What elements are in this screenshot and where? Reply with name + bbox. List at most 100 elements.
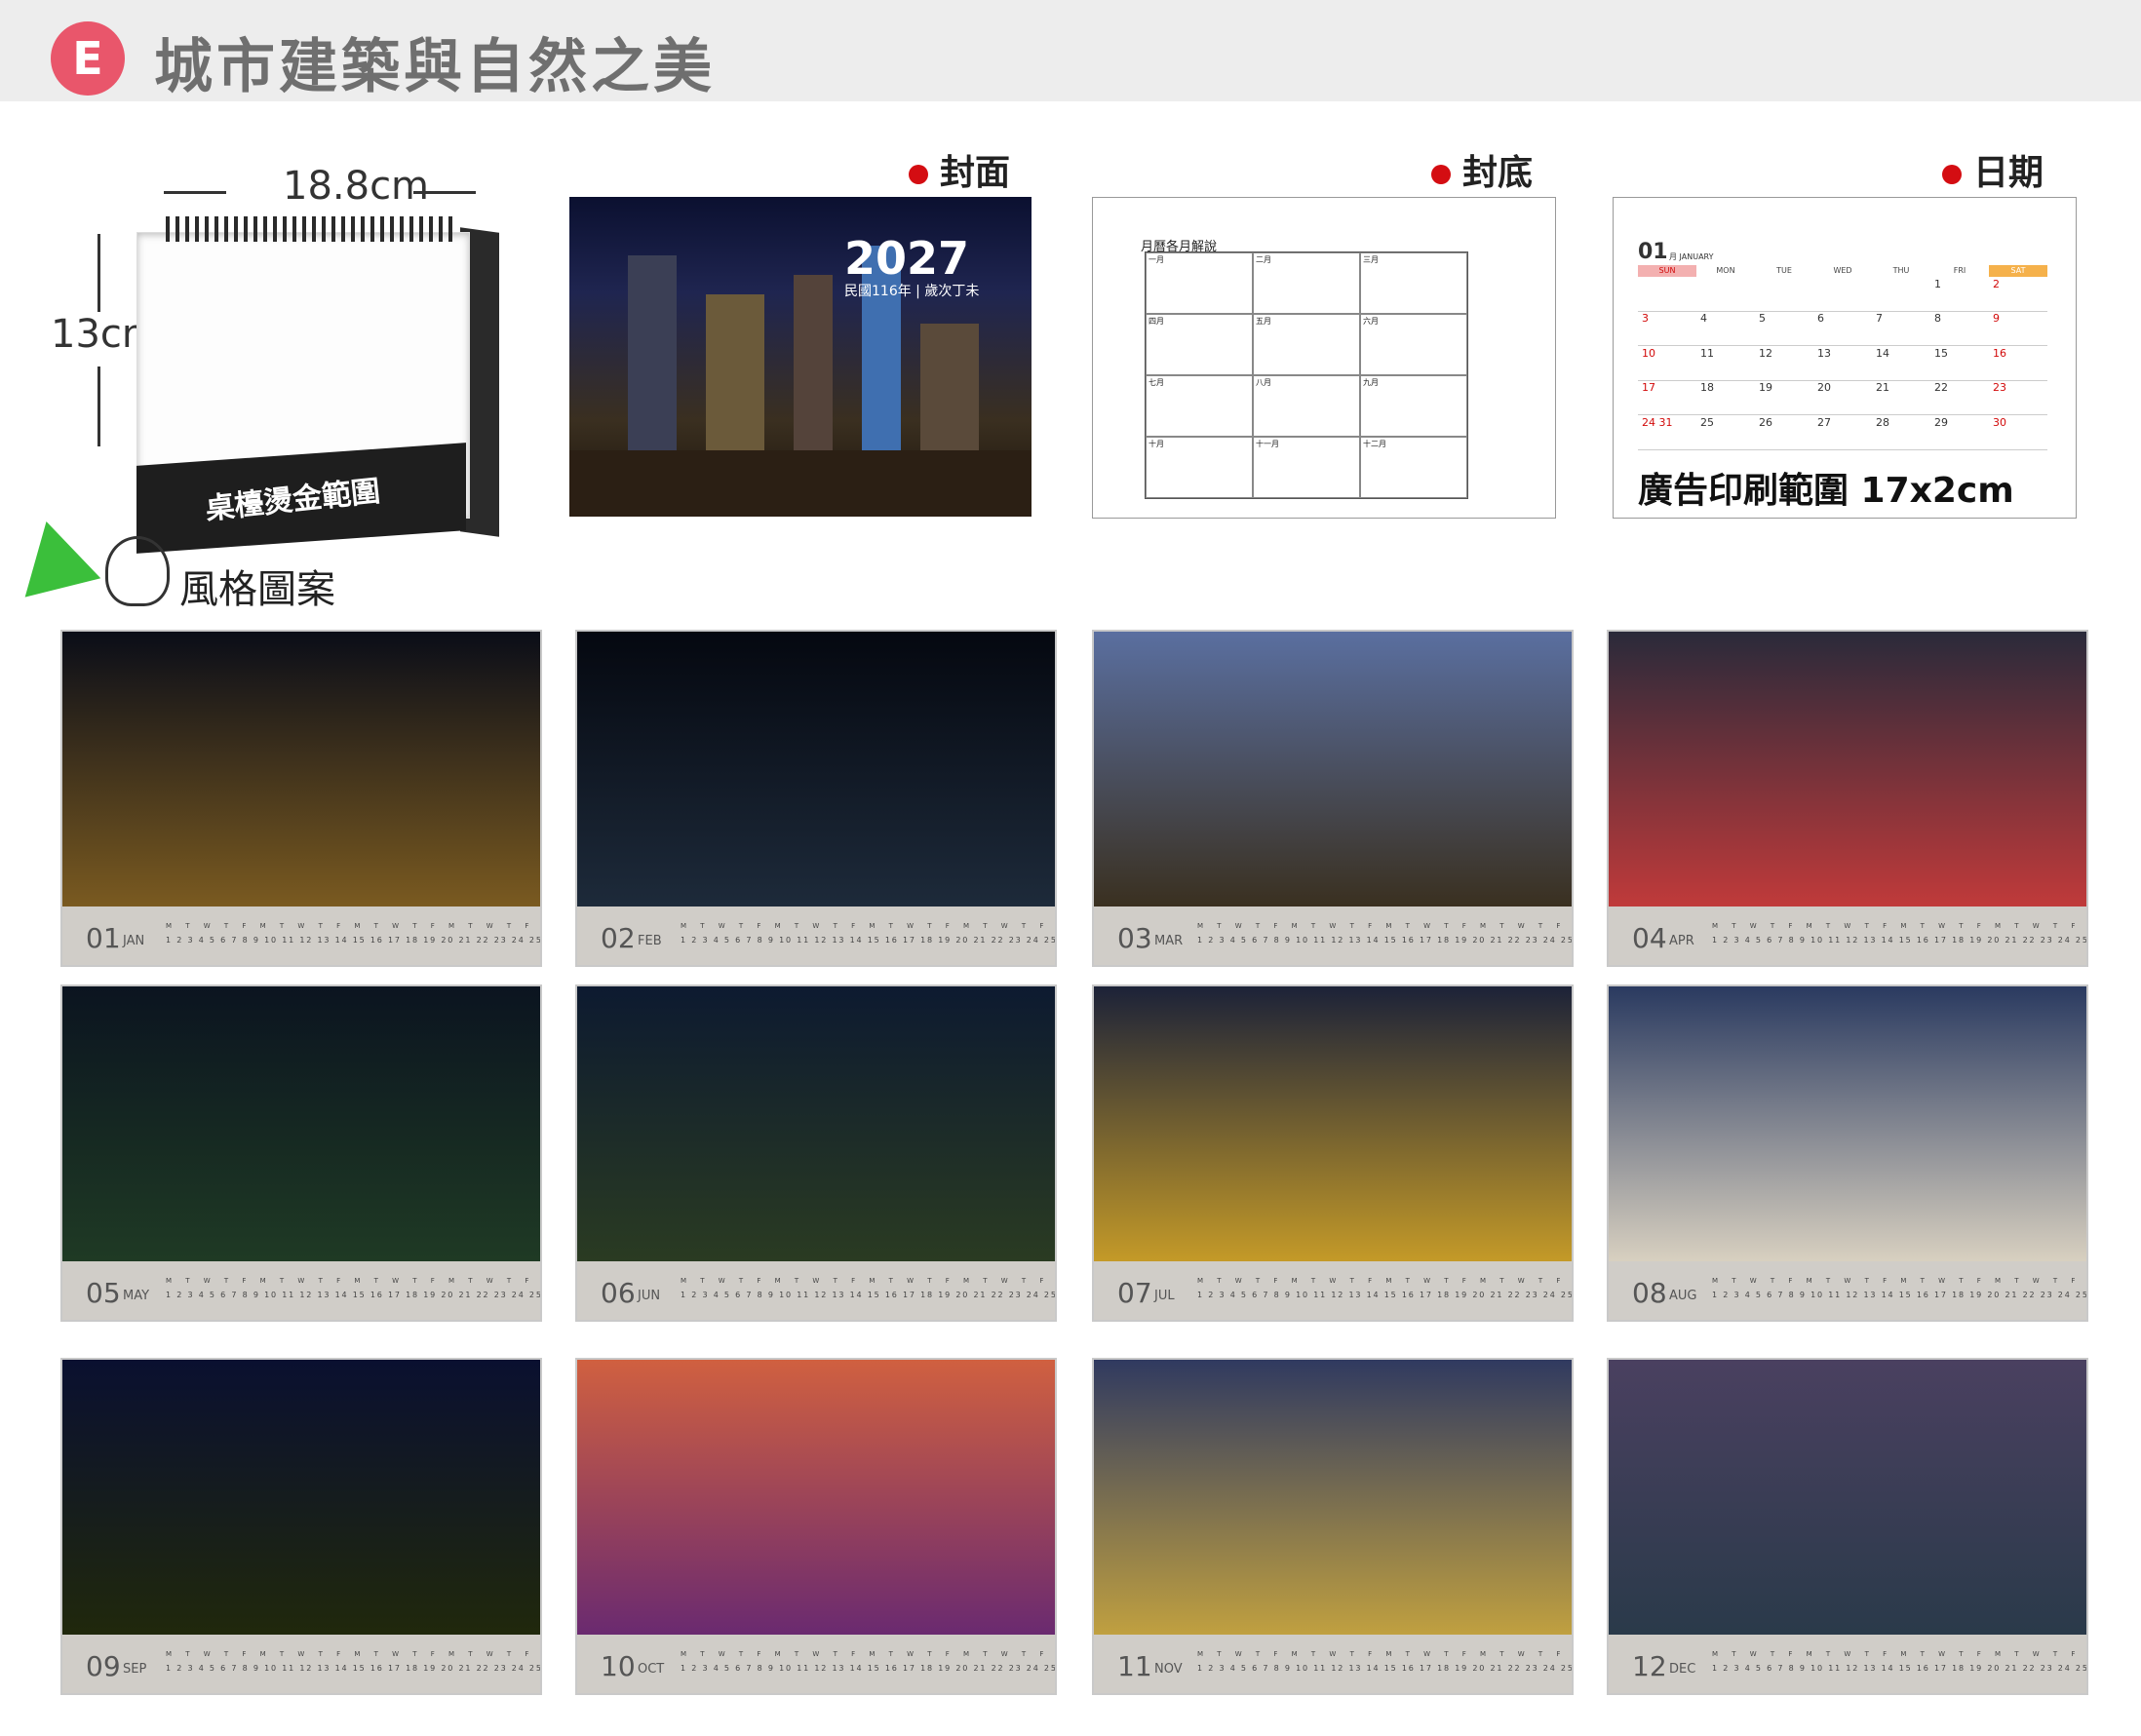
month-photo <box>1609 986 2086 1261</box>
date-cell: 14 <box>1872 347 1930 381</box>
month-name: APR <box>1669 934 1694 948</box>
date-cell <box>1813 278 1872 312</box>
month-photo <box>62 986 540 1261</box>
back-cell: 三月 <box>1360 252 1467 314</box>
month-number: 08 <box>1632 1277 1667 1309</box>
weekday-header: MON <box>1716 266 1735 275</box>
date-cell: 28 <box>1872 416 1930 450</box>
back-cover-grid: 一月 二月 三月 四月 五月 六月 七月 八月 九月 十月 十一月 十二月 <box>1145 251 1468 499</box>
month-thumbnail[interactable]: 10 OCT M T W T F M T W T F M T W T F M T W… <box>575 1358 1057 1695</box>
date-cell: 12 <box>1755 347 1813 381</box>
month-name: NOV <box>1154 1662 1183 1677</box>
month-name: JUL <box>1154 1289 1175 1303</box>
month-number: 09 <box>86 1650 121 1682</box>
month-number: 11 <box>1117 1650 1152 1682</box>
day-numbers: 1 2 3 4 5 6 7 8 9 10 11 12 13 14 15 16 1… <box>681 1664 1057 1673</box>
month-number: 03 <box>1117 922 1152 954</box>
weekday-row: M T W T F M T W T F M T W T F M T W T F … <box>166 1277 540 1285</box>
day-numbers: 1 2 3 4 5 6 7 8 9 10 11 12 13 14 15 16 1… <box>1197 1664 1574 1673</box>
red-dot-icon <box>1431 165 1451 184</box>
back-cell: 十月 <box>1146 437 1253 498</box>
weekday-header: THU <box>1892 266 1910 275</box>
triangle-icon <box>8 512 101 598</box>
back-cell: 十一月 <box>1253 437 1360 498</box>
back-cell: 二月 <box>1253 252 1360 314</box>
date-cell: 22 <box>1930 381 1989 415</box>
back-cell: 五月 <box>1253 314 1360 375</box>
desk-width-label: 18.8cm <box>283 164 430 209</box>
weekday-row: M T W T F M T W T F M T W T F M T W T F … <box>1197 1277 1572 1285</box>
day-numbers: 1 2 3 4 5 6 7 8 9 10 11 12 13 14 15 16 1… <box>1197 936 1574 945</box>
date-cell: 26 <box>1755 416 1813 450</box>
date-month-number: 01 <box>1638 240 1668 264</box>
date-cell: 20 <box>1813 381 1872 415</box>
month-thumbnail[interactable]: 11 NOV M T W T F M T W T F M T W T F M T W… <box>1092 1358 1574 1695</box>
date-cell: 25 <box>1696 416 1755 450</box>
date-cell: 13 <box>1813 347 1872 381</box>
date-cell: 6 <box>1813 312 1872 346</box>
day-numbers: 1 2 3 4 5 6 7 8 9 10 11 12 13 14 15 16 1… <box>1197 1291 1574 1299</box>
date-cell <box>1696 278 1755 312</box>
month-thumbnail[interactable]: 01 JAN M T W T F M T W T F M T W T F M T W… <box>60 630 542 967</box>
month-name: JUN <box>638 1289 661 1303</box>
date-cell: 19 <box>1755 381 1813 415</box>
girl-face-icon <box>105 536 170 606</box>
back-cell: 六月 <box>1360 314 1467 375</box>
weekday-header: SUN <box>1638 265 1696 277</box>
month-photo <box>1609 632 2086 907</box>
month-number: 10 <box>601 1650 636 1682</box>
month-photo <box>1094 986 1572 1261</box>
month-name: MAY <box>123 1289 150 1303</box>
month-photo <box>1094 632 1572 907</box>
back-cell: 七月 <box>1146 375 1253 437</box>
month-thumbnail[interactable]: 06 JUN M T W T F M T W T F M T W T F M T W… <box>575 984 1057 1322</box>
back-cell: 八月 <box>1253 375 1360 437</box>
month-thumbnail[interactable]: 09 SEP M T W T F M T W T F M T W T F M T W… <box>60 1358 542 1695</box>
month-thumbnail[interactable]: 08 AUG M T W T F M T W T F M T W T F M T W… <box>1607 984 2088 1322</box>
day-numbers: 1 2 3 4 5 6 7 8 9 10 11 12 13 14 15 16 1… <box>166 1664 542 1673</box>
month-thumbnail[interactable]: 12 DEC M T W T F M T W T F M T W T F M T W… <box>1607 1358 2088 1695</box>
date-cell: 16 <box>1989 347 2047 381</box>
month-thumbnail[interactable]: 03 MAR M T W T F M T W T F M T W T F M T W… <box>1092 630 1574 967</box>
month-number: 01 <box>86 922 121 954</box>
date-cell: 4 <box>1696 312 1755 346</box>
red-dot-icon <box>909 165 928 184</box>
month-photo <box>62 632 540 907</box>
date-cell: 3 <box>1638 312 1696 346</box>
weekday-header: WED <box>1833 266 1852 275</box>
month-name: MAR <box>1154 934 1184 948</box>
height-dimension-line-top <box>97 234 100 312</box>
back-cell: 九月 <box>1360 375 1467 437</box>
date-month-name: 月 JANUARY <box>1669 252 1714 261</box>
back-section-label: 封底 <box>1431 144 1533 195</box>
date-cell: 7 <box>1872 312 1930 346</box>
date-cell: 30 <box>1989 416 2047 450</box>
date-grid: SUN MON TUE WED THU FRI SAT 1 2 3 4 5 6 7 8 9 10 11 12 13 14… <box>1638 265 2047 450</box>
red-dot-icon <box>1942 165 1962 184</box>
back-cell: 十二月 <box>1360 437 1467 498</box>
day-numbers: 1 2 3 4 5 6 7 8 9 10 11 12 13 14 15 16 1… <box>1712 936 2088 945</box>
date-cell <box>1638 278 1696 312</box>
desk-spiral-binding <box>166 216 458 242</box>
day-numbers: 1 2 3 4 5 6 7 8 9 10 11 12 13 14 15 16 1… <box>1712 1664 2088 1673</box>
month-photo <box>62 1360 540 1635</box>
date-cell: 17 <box>1638 381 1696 415</box>
cover-subtitle: 民國116年 | 歲次丁未 <box>844 284 980 299</box>
day-numbers: 1 2 3 4 5 6 7 8 9 10 11 12 13 14 15 16 1… <box>681 936 1057 945</box>
month-number: 07 <box>1117 1277 1152 1309</box>
weekday-row: M T W T F M T W T F M T W T F M T W T F … <box>1712 1277 2086 1285</box>
month-thumbnail[interactable]: 07 JUL M T W T F M T W T F M T W T F M T W… <box>1092 984 1574 1322</box>
weekday-row: M T W T F M T W T F M T W T F M T W T F … <box>166 1650 540 1658</box>
date-cell: 18 <box>1696 381 1755 415</box>
weekday-row: M T W T F M T W T F M T W T F M T W T F … <box>681 1650 1055 1658</box>
ad-print-area-label: 廣告印刷範圍 17x2cm <box>1638 471 2014 511</box>
month-thumbnail[interactable]: 02 FEB M T W T F M T W T F M T W T F M T W… <box>575 630 1057 967</box>
weekday-header: SAT <box>1989 265 2047 277</box>
weekday-row: M T W T F M T W T F M T W T F M T W T F … <box>681 922 1055 930</box>
month-name: SEP <box>123 1662 147 1677</box>
month-thumbnail[interactable]: 04 APR M T W T F M T W T F M T W T F M T W… <box>1607 630 2088 967</box>
day-numbers: 1 2 3 4 5 6 7 8 9 10 11 12 13 14 15 16 1… <box>166 1291 542 1299</box>
date-cell: 1 <box>1930 278 1989 312</box>
month-thumbnail[interactable]: 05 MAY M T W T F M T W T F M T W T F M T W… <box>60 984 542 1322</box>
date-cell: 15 <box>1930 347 1989 381</box>
